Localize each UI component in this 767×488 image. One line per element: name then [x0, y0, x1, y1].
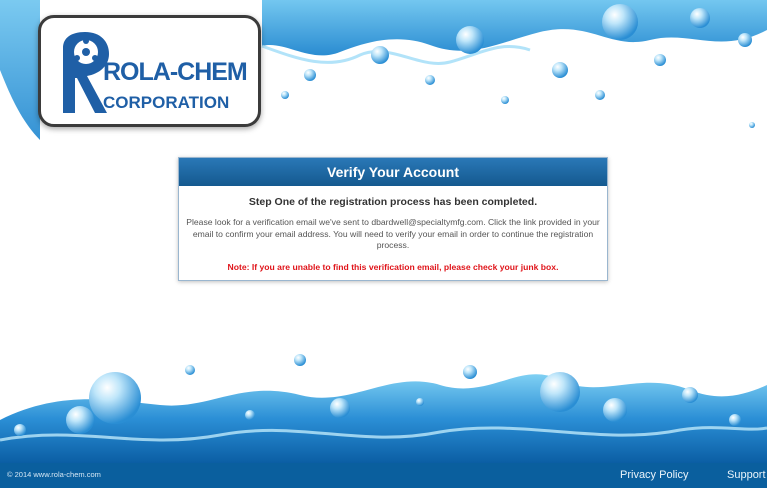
verify-title: Verify Your Account [179, 158, 607, 186]
copyright-text: © 2014 www.rola-chem.com [7, 470, 101, 479]
page: ROLA-CHEM CORPORATION Verify Your Accoun… [0, 0, 767, 488]
verify-instructions: Please look for a verification email we'… [186, 217, 600, 250]
verify-account-panel: Verify Your Account Step One of the regi… [178, 157, 608, 281]
support-link[interactable]: Support [727, 469, 766, 481]
rola-chem-logo-graphic: ROLA-CHEM CORPORATION [63, 32, 248, 113]
junk-box-note: Note: If you are unable to find this ver… [227, 261, 559, 272]
privacy-policy-link[interactable]: Privacy Policy [620, 469, 688, 481]
verify-step-message: Step One of the registration process has… [248, 196, 538, 208]
company-logo[interactable]: ROLA-CHEM CORPORATION [38, 15, 261, 127]
logo-brand-name: ROLA-CHEM [103, 58, 247, 86]
logo-brand-subtitle: CORPORATION [103, 93, 229, 112]
footer-bar: © 2014 www.rola-chem.com Privacy Policy … [0, 463, 767, 488]
